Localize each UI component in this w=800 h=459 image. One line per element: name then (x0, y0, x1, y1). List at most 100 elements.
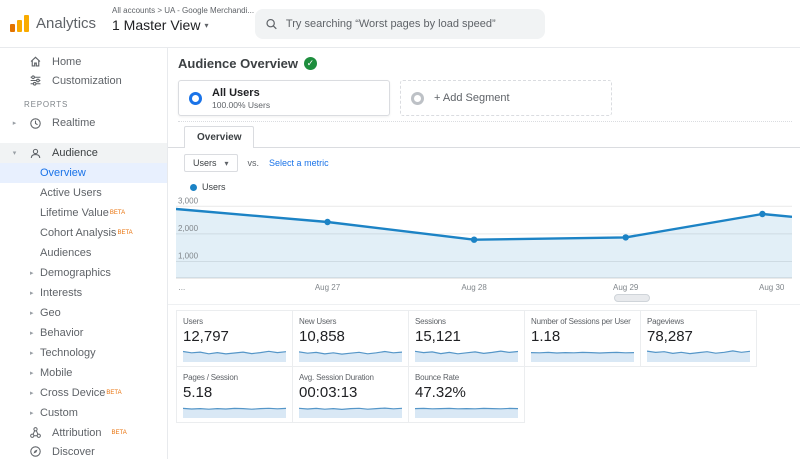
segment-detail: 100.00% Users (212, 100, 270, 110)
sparkline-chart (183, 347, 286, 362)
home-icon (28, 55, 43, 68)
svg-text:3,000: 3,000 (178, 196, 199, 205)
beta-badge: BETA (112, 430, 127, 436)
verified-check-icon: ✓ (304, 57, 317, 70)
metric-label: Pageviews (647, 317, 750, 326)
chevron-right-icon[interactable]: ▸ (30, 329, 40, 337)
sidebar-item-overview[interactable]: Overview (0, 163, 167, 183)
sidebar-item-label: Custom (40, 407, 78, 419)
sidebar: HomeCustomizationREPORTS▸Realtime▾Audien… (0, 48, 168, 459)
metric-card-sessions[interactable]: Sessions15,121 (408, 310, 525, 367)
sidebar-item-technology[interactable]: ▸Technology (0, 343, 167, 363)
sidebar-item-mobile[interactable]: ▸Mobile (0, 363, 167, 383)
search-input[interactable] (286, 18, 535, 30)
sidebar-item-behavior[interactable]: ▸Behavior (0, 323, 167, 343)
select-metric-link[interactable]: Select a metric (269, 158, 329, 168)
sidebar-item-attribution[interactable]: AttributionBETA (0, 423, 167, 442)
sidebar-item-custom[interactable]: ▸Custom (0, 403, 167, 423)
sidebar-item-geo[interactable]: ▸Geo (0, 303, 167, 323)
sidebar-item-cohort-analysis[interactable]: Cohort AnalysisBETA (0, 223, 167, 243)
segment-text: All Users 100.00% Users (212, 87, 270, 110)
sidebar-section-reports: REPORTS (0, 90, 167, 113)
search-bar[interactable] (255, 9, 545, 39)
analytics-app: Analytics All accounts > UA - Google Mer… (0, 0, 800, 459)
chevron-right-icon[interactable]: ▸ (30, 369, 40, 377)
sidebar-item-cross-device[interactable]: ▸Cross DeviceBETA (0, 383, 167, 403)
panel-divider (168, 147, 800, 148)
metric-value: 12,797 (183, 328, 286, 345)
tab-overview[interactable]: Overview (184, 126, 254, 148)
chevron-right-icon[interactable]: ▸ (30, 269, 40, 277)
attribution-icon (28, 426, 43, 439)
chevron-down-icon[interactable]: ▾ (10, 149, 19, 157)
sidebar-item-audiences[interactable]: Audiences (0, 243, 167, 263)
sidebar-item-demographics[interactable]: ▸Demographics (0, 263, 167, 283)
metric-value: 78,287 (647, 328, 750, 345)
sidebar-item-label: Interests (40, 287, 82, 299)
sidebar-item-realtime[interactable]: ▸Realtime (0, 113, 167, 133)
metric-value: 5.18 (183, 384, 286, 401)
legend-label: Users (202, 182, 226, 192)
metric-card-pages-session[interactable]: Pages / Session 5.18 (176, 366, 293, 423)
metric-card-number-of-sessions-per-user[interactable]: Number of Sessions per User1.18 (524, 310, 641, 367)
sparkline-chart (415, 403, 518, 418)
page-title: Audience Overview (178, 56, 298, 71)
metric-dropdown[interactable]: Users ▾ (184, 154, 238, 172)
metric-card-row: Pages / Session 5.18 Avg. Session Duration… (176, 366, 756, 423)
metric-label: Avg. Session Duration (299, 373, 402, 382)
metric-card-pageviews[interactable]: Pageviews 78,287 (640, 310, 757, 367)
segment-all-users[interactable]: All Users 100.00% Users (178, 80, 390, 116)
sidebar-item-label: Audiences (40, 247, 91, 259)
breadcrumb: All accounts > UA - Google Merchandi... (112, 6, 254, 15)
chevron-right-icon[interactable]: ▸ (30, 349, 40, 357)
svg-text:Aug 30: Aug 30 (759, 283, 785, 292)
tab-label: Overview (197, 132, 241, 143)
chevron-right-icon[interactable]: ▸ (10, 119, 19, 127)
sidebar-item-audience[interactable]: ▾Audience (0, 143, 167, 163)
search-icon (265, 17, 278, 31)
sidebar-item-label: Geo (40, 307, 61, 319)
analytics-logo-icon (10, 14, 29, 32)
metric-label: Pages / Session (183, 373, 286, 382)
metric-value: 10,858 (299, 328, 402, 345)
sparkline-chart (299, 347, 402, 362)
users-line-chart[interactable]: 3,0002,0001,000...Aug 27Aug 28Aug 29Aug … (176, 192, 792, 296)
segment-name: All Users (212, 87, 270, 99)
chevron-right-icon[interactable]: ▸ (30, 289, 40, 297)
metric-selector-row: Users ▾ vs. Select a metric (184, 154, 329, 172)
sparkline-chart (183, 403, 286, 418)
metric-card-bounce-rate[interactable]: Bounce Rate47.32% (408, 366, 525, 423)
chevron-right-icon[interactable]: ▸ (30, 389, 40, 397)
metric-value: 47.32% (415, 384, 518, 401)
svg-text:Aug 29: Aug 29 (613, 283, 639, 292)
chevron-right-icon[interactable]: ▸ (30, 309, 40, 317)
sidebar-item-home[interactable]: Home (0, 52, 167, 71)
sidebar-item-active-users[interactable]: Active Users (0, 183, 167, 203)
metric-card-new-users[interactable]: New Users 10,858 (292, 310, 409, 367)
discover-icon (28, 445, 43, 458)
add-segment-label: + Add Segment (434, 92, 510, 104)
analytics-logo[interactable]: Analytics (10, 14, 96, 32)
beta-badge: BETA (106, 390, 121, 396)
sidebar-item-label: Technology (40, 347, 96, 359)
metric-card-avg-session-duration[interactable]: Avg. Session Duration00:03:13 (292, 366, 409, 423)
app-name: Analytics (36, 15, 96, 32)
timeline-scrub-handle[interactable] (614, 294, 650, 302)
metric-label: New Users (299, 317, 402, 326)
sidebar-item-label: Active Users (40, 187, 102, 199)
sidebar-item-label: Home (52, 56, 81, 68)
sidebar-item-interests[interactable]: ▸Interests (0, 283, 167, 303)
add-segment-button[interactable]: + Add Segment (400, 80, 612, 116)
metric-label: Sessions (415, 317, 518, 326)
sidebar-item-customization[interactable]: Customization (0, 71, 167, 90)
metric-card-users[interactable]: Users12,797 (176, 310, 293, 367)
metric-dropdown-value: Users (193, 158, 217, 168)
chart-bottom-divider (168, 304, 800, 305)
sidebar-item-lifetime-value[interactable]: Lifetime ValueBETA (0, 203, 167, 223)
account-selector[interactable]: All accounts > UA - Google Merchandi... … (112, 6, 254, 33)
beta-badge: BETA (110, 210, 125, 216)
chevron-right-icon[interactable]: ▸ (30, 409, 40, 417)
svg-text:Aug 27: Aug 27 (315, 283, 341, 292)
sidebar-item-discover[interactable]: Discover (0, 442, 167, 459)
svg-text:Aug 28: Aug 28 (461, 283, 487, 292)
